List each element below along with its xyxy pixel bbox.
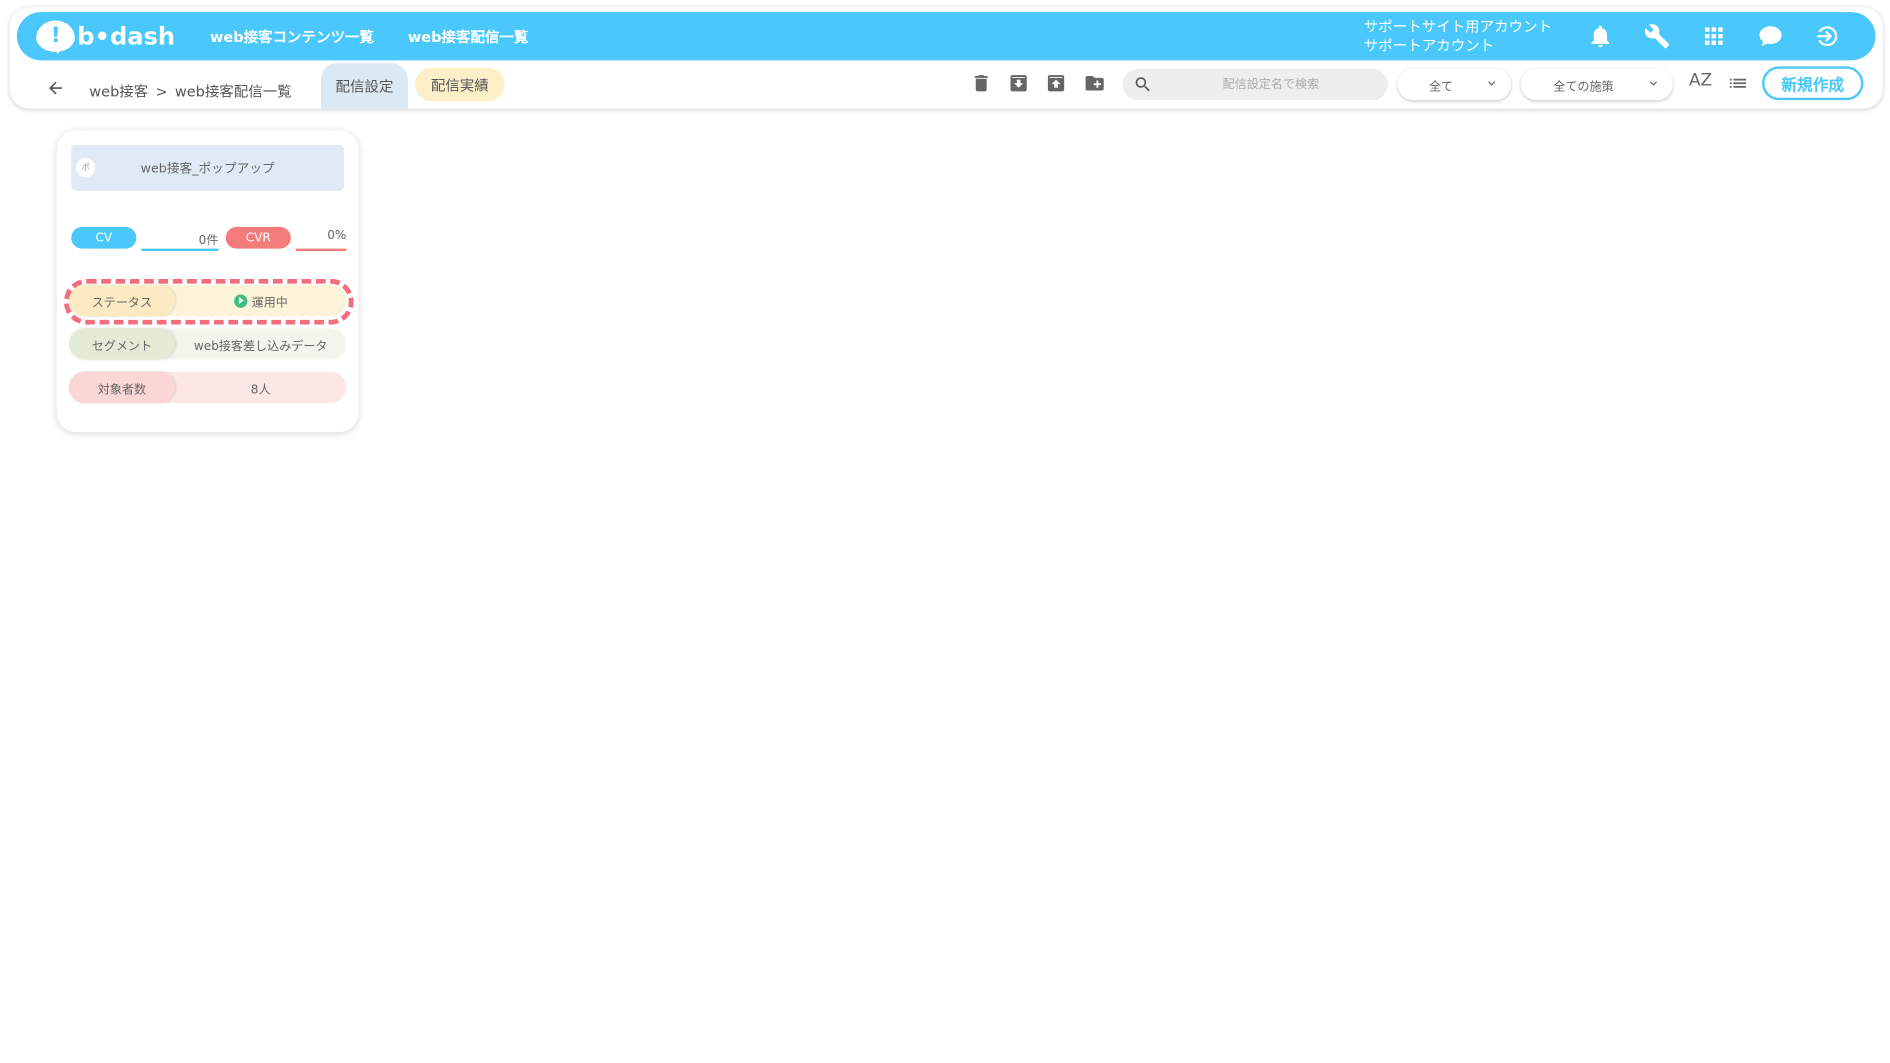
wrench-icon[interactable] xyxy=(1643,22,1672,51)
trash-icon[interactable] xyxy=(970,72,992,94)
card-title[interactable]: ポ web接客_ポップアップ xyxy=(71,144,344,191)
archive-up-icon[interactable] xyxy=(1045,72,1067,94)
chat-icon[interactable] xyxy=(1756,22,1785,51)
logout-icon[interactable] xyxy=(1813,22,1842,51)
measure-filter-value: 全ての施策 xyxy=(1553,80,1614,94)
cvr-value: 0% xyxy=(327,229,347,243)
breadcrumb-separator: > xyxy=(155,83,168,101)
logo[interactable]: ! b•dash xyxy=(36,17,175,56)
tab-delivery-results[interactable]: 配信実績 xyxy=(415,67,505,102)
delivery-card[interactable]: ポ web接客_ポップアップ CV 0件 CVR 0% ステータス 運用中 セグ… xyxy=(56,130,359,433)
back-arrow-icon[interactable] xyxy=(46,78,68,100)
segment-row: セグメント web接客差し込みデータ xyxy=(68,328,347,360)
target-count-value: 8人 xyxy=(250,383,271,397)
status-filter-value: 全て xyxy=(1428,80,1454,94)
card-title-text: web接客_ポップアップ xyxy=(140,161,275,176)
apps-grid-icon[interactable] xyxy=(1699,22,1728,51)
target-count-row: 対象者数 8人 xyxy=(68,371,347,404)
list-view-icon[interactable] xyxy=(1727,72,1749,94)
play-status-icon xyxy=(233,293,247,308)
target-count-label: 対象者数 xyxy=(68,371,176,404)
logo-bubble-icon: ! xyxy=(36,20,75,55)
status-label: ステータス xyxy=(68,284,176,317)
cv-badge: CV xyxy=(71,226,137,249)
account-name: サポートサイト用アカウント xyxy=(1363,18,1553,36)
status-value: 運用中 xyxy=(251,296,288,310)
cvr-underline xyxy=(295,248,347,252)
new-create-button[interactable]: 新規作成 xyxy=(1762,66,1864,101)
breadcrumb-current: web接客配信一覧 xyxy=(174,83,292,101)
tab-delivery-settings[interactable]: 配信設定 xyxy=(321,62,408,109)
account-user: サポートアカウント xyxy=(1363,37,1495,55)
chevron-down-icon xyxy=(1646,75,1665,93)
chevron-down-icon xyxy=(1484,75,1503,93)
cvr-badge: CVR xyxy=(225,226,291,249)
nav-web-delivery[interactable]: web接客配信一覧 xyxy=(408,27,528,48)
status-filter-select[interactable]: 全て xyxy=(1397,68,1512,101)
status-row: ステータス 運用中 xyxy=(68,284,347,317)
popup-type-icon: ポ xyxy=(76,158,96,178)
breadcrumb-root[interactable]: web接客 xyxy=(89,83,148,100)
bell-icon[interactable] xyxy=(1586,22,1615,51)
archive-down-icon[interactable] xyxy=(1008,72,1030,94)
top-nav-bar: ! b•dash web接客コンテンツ一覧 web接客配信一覧 サポートサイト用… xyxy=(16,12,1876,61)
account-info[interactable]: サポートサイト用アカウント サポートアカウント xyxy=(1364,17,1552,56)
search-input[interactable] xyxy=(1163,73,1379,96)
cv-underline xyxy=(141,248,219,252)
folder-add-icon[interactable] xyxy=(1084,72,1106,94)
measure-filter-select[interactable]: 全ての施策 xyxy=(1520,68,1673,101)
status-value-wrap: 運用中 xyxy=(175,285,346,316)
breadcrumb: web接客 > web接客配信一覧 xyxy=(89,81,291,102)
sort-az-icon[interactable]: AZ xyxy=(1687,71,1714,93)
cv-value: 0件 xyxy=(198,234,219,248)
segment-label: セグメント xyxy=(68,328,176,360)
segment-value: web接客差し込みデータ xyxy=(193,339,328,354)
search-box xyxy=(1122,68,1388,101)
logo-text: b•dash xyxy=(77,21,176,51)
search-icon xyxy=(1135,77,1150,92)
nav-web-contents[interactable]: web接客コンテンツ一覧 xyxy=(210,27,374,48)
